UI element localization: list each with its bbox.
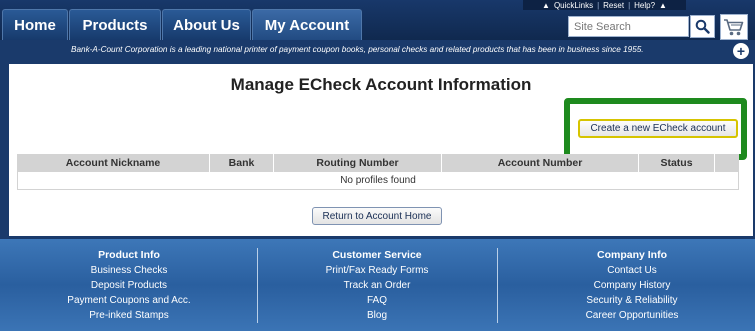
footer-link-faq[interactable]: FAQ: [367, 293, 387, 308]
cart-button[interactable]: [720, 14, 748, 40]
footer-divider: [497, 248, 498, 323]
table-empty-row: No profiles found: [17, 172, 739, 190]
column-header-actions: [715, 154, 739, 172]
footer-heading-customer-service: Customer Service: [332, 249, 422, 261]
tab-home[interactable]: Home: [2, 9, 68, 40]
footer-link-business-checks[interactable]: Business Checks: [91, 263, 168, 278]
quicklinks-bar: ▲ QuickLinks | Reset | Help? ▲: [523, 0, 686, 10]
column-header-account-nickname: Account Nickname: [17, 154, 210, 172]
search-icon: [695, 19, 710, 34]
help-link[interactable]: Help?: [634, 1, 655, 10]
help-up-icon: ▲: [659, 0, 667, 10]
page-title: Manage ECheck Account Information: [230, 75, 532, 94]
column-header-account-number: Account Number: [442, 154, 639, 172]
footer-customer-service: Customer Service Print/Fax Ready Forms T…: [326, 249, 429, 323]
column-header-routing-number: Routing Number: [274, 154, 442, 172]
divider: |: [628, 0, 631, 10]
footer-link-company-history[interactable]: Company History: [594, 278, 671, 293]
company-tagline: Bank-A-Count Corporation is a leading na…: [71, 44, 644, 54]
quicklinks-link[interactable]: QuickLinks: [554, 1, 593, 10]
tab-products[interactable]: Products: [69, 9, 161, 40]
echeck-accounts-table: Account Nickname Bank Routing Number Acc…: [17, 154, 739, 190]
footer-company-info: Company Info Contact Us Company History …: [586, 249, 679, 323]
table-header-row: Account Nickname Bank Routing Number Acc…: [17, 154, 739, 172]
footer-link-pre-inked-stamps[interactable]: Pre-inked Stamps: [89, 308, 168, 323]
reset-link[interactable]: Reset: [603, 1, 624, 10]
return-to-account-home-button[interactable]: Return to Account Home: [312, 207, 442, 225]
footer-heading-product-info: Product Info: [98, 249, 160, 261]
footer-product-info: Product Info Business Checks Deposit Pro…: [67, 249, 190, 323]
tab-about-us[interactable]: About Us: [162, 9, 251, 40]
footer: Product Info Business Checks Deposit Pro…: [0, 239, 755, 331]
divider: |: [597, 0, 600, 10]
footer-divider: [257, 248, 258, 323]
column-header-bank: Bank: [210, 154, 274, 172]
footer-link-contact-us[interactable]: Contact Us: [607, 263, 656, 278]
footer-link-track-order[interactable]: Track an Order: [344, 278, 411, 293]
shopping-cart-icon: [724, 19, 744, 36]
column-header-status: Status: [639, 154, 715, 172]
plus-icon[interactable]: +: [733, 43, 749, 59]
footer-link-security-reliability[interactable]: Security & Reliability: [586, 293, 677, 308]
footer-link-deposit-products[interactable]: Deposit Products: [91, 278, 167, 293]
search-button[interactable]: [690, 15, 715, 38]
tab-my-account[interactable]: My Account: [252, 9, 362, 40]
create-echeck-account-button[interactable]: Create a new ECheck account: [578, 119, 738, 138]
search-input[interactable]: [568, 16, 689, 37]
quicklinks-up-icon: ▲: [542, 0, 550, 10]
footer-link-print-fax-forms[interactable]: Print/Fax Ready Forms: [326, 263, 429, 278]
footer-link-blog[interactable]: Blog: [367, 308, 387, 323]
footer-link-payment-coupons[interactable]: Payment Coupons and Acc.: [67, 293, 190, 308]
footer-link-career-opportunities[interactable]: Career Opportunities: [586, 308, 679, 323]
footer-heading-company-info: Company Info: [596, 249, 667, 261]
